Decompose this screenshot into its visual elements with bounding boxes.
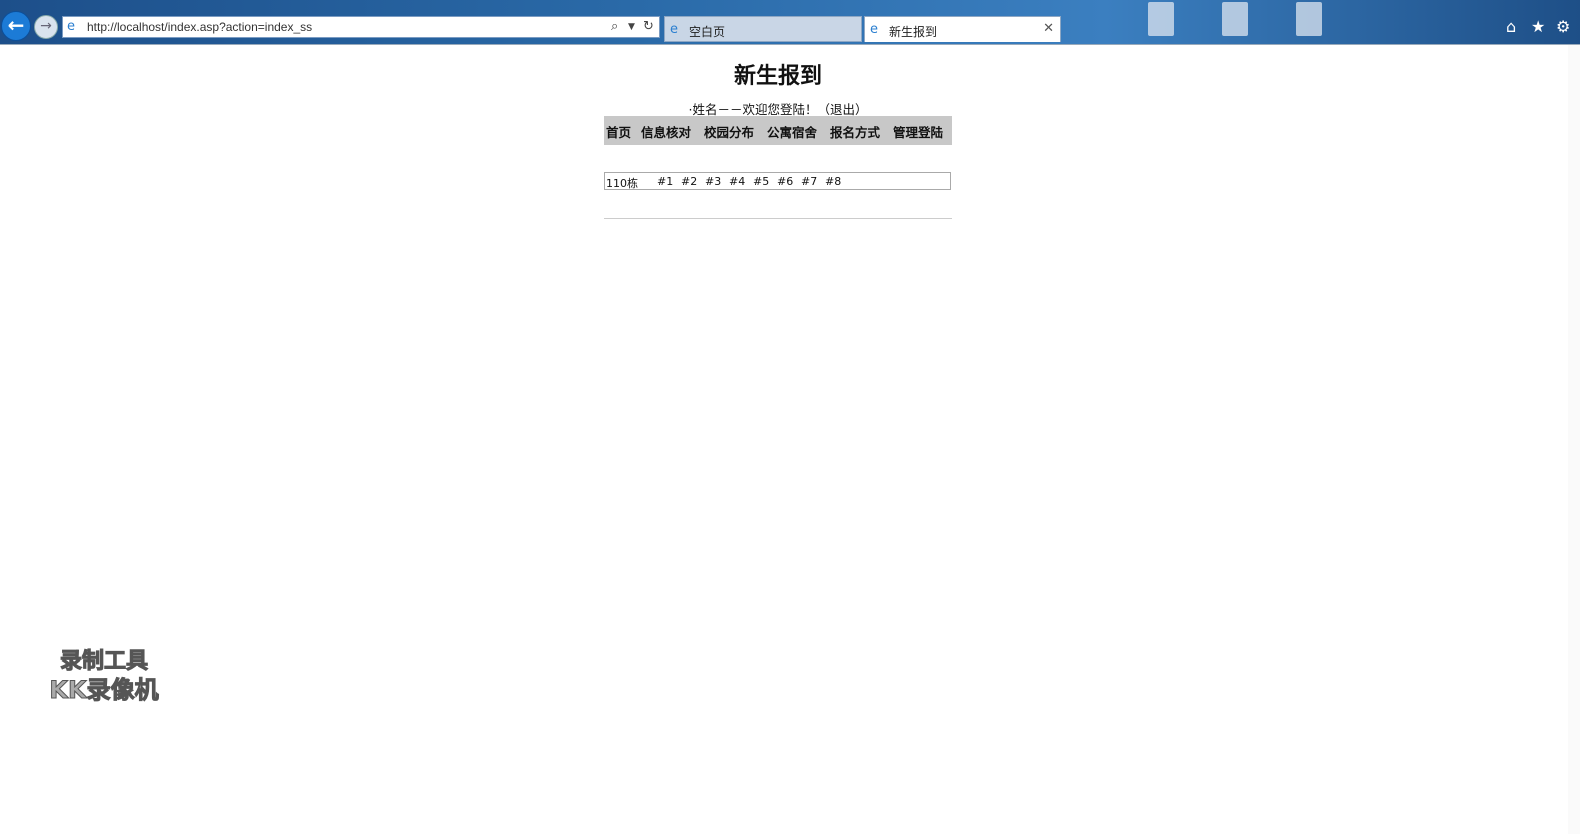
room-link[interactable]: #5 bbox=[753, 175, 769, 188]
watermark-line: KK录像机 bbox=[49, 676, 159, 705]
menu-item-campus-map[interactable]: 校园分布 bbox=[704, 122, 754, 141]
page-title: 新生报到 bbox=[733, 63, 822, 89]
menu-item-admin-login[interactable]: 管理登陆 bbox=[893, 122, 943, 141]
room-link[interactable]: #6 bbox=[777, 175, 793, 188]
building-name: 110栋 bbox=[606, 177, 638, 190]
menu-item-info-check[interactable]: 信息核对 bbox=[641, 122, 691, 141]
divider bbox=[604, 218, 952, 219]
desktop-icon bbox=[1222, 2, 1248, 36]
menu-item-signup[interactable]: 报名方式 bbox=[830, 122, 880, 141]
tab-blank[interactable]: e 空白页 bbox=[664, 16, 862, 42]
gear-icon[interactable]: ⚙ bbox=[1556, 17, 1570, 36]
recorder-watermark: 录制工具 KK录像机 bbox=[34, 648, 174, 705]
ie-icon: e bbox=[670, 22, 678, 37]
room-link[interactable]: #2 bbox=[681, 175, 697, 188]
room-link[interactable]: #7 bbox=[801, 175, 817, 188]
room-link[interactable]: #4 bbox=[729, 175, 745, 188]
menu-item-dormitory[interactable]: 公寓宿舍 bbox=[767, 122, 817, 141]
ie-icon: e bbox=[67, 19, 75, 34]
room-link[interactable]: #8 bbox=[825, 175, 841, 188]
tab-label: 新生报到 bbox=[889, 25, 938, 39]
home-icon[interactable]: ⌂ bbox=[1506, 17, 1516, 36]
dropdown-icon[interactable]: ▼ bbox=[628, 22, 635, 32]
address-url[interactable]: http://localhost/index.asp?action=index_… bbox=[87, 20, 312, 34]
room-link[interactable]: #1 bbox=[657, 175, 673, 188]
refresh-icon[interactable]: ↻ bbox=[643, 19, 654, 34]
room-link[interactable]: #3 bbox=[705, 175, 721, 188]
ie-icon: e bbox=[870, 22, 878, 37]
main-menu: 首页 信息核对 校园分布 公寓宿舍 报名方式 管理登陆 bbox=[604, 116, 952, 145]
scrollbar[interactable] bbox=[1568, 45, 1580, 834]
tab-label: 空白页 bbox=[689, 25, 726, 39]
back-button[interactable]: ← bbox=[1, 11, 31, 41]
desktop-icon bbox=[1148, 2, 1174, 36]
search-icon[interactable]: ⌕ bbox=[611, 19, 618, 34]
close-tab-icon[interactable]: ✕ bbox=[1043, 21, 1054, 36]
browser-toolbar: ← → e http://localhost/index.asp?action=… bbox=[0, 0, 1580, 45]
desktop-icon bbox=[1296, 2, 1322, 36]
forward-button[interactable]: → bbox=[34, 15, 58, 39]
watermark-line: 录制工具 bbox=[59, 649, 148, 675]
favorites-star-icon[interactable]: ★ bbox=[1531, 17, 1545, 36]
building-row: 110栋 #1 #2 #3 #4 #5 #6 #7 #8 bbox=[604, 172, 951, 190]
address-bar[interactable]: e http://localhost/index.asp?action=inde… bbox=[62, 16, 660, 38]
menu-item-home[interactable]: 首页 bbox=[606, 122, 631, 141]
tab-registration[interactable]: e 新生报到 ✕ bbox=[864, 16, 1061, 42]
